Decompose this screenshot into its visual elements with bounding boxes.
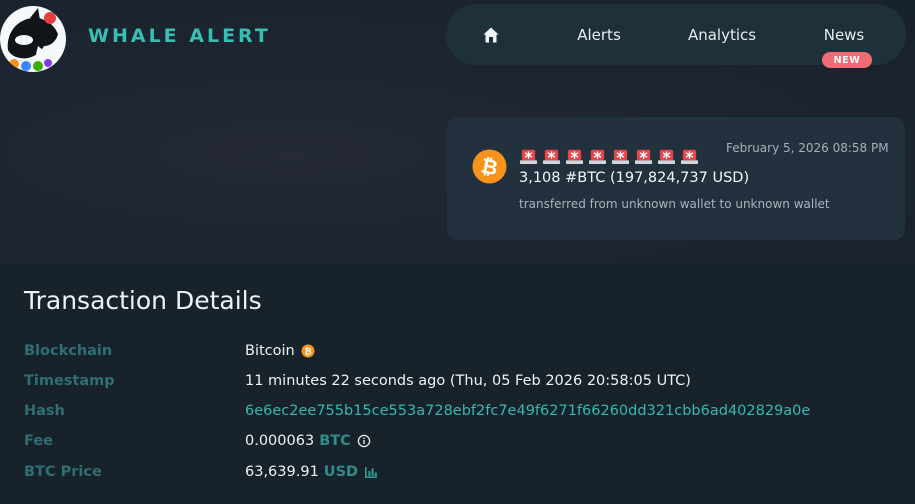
detail-label-blockchain: Blockchain (24, 343, 113, 359)
siren-icon (519, 149, 538, 165)
blockchain-value: Bitcoin (245, 343, 295, 359)
nav-analytics[interactable]: Analytics (672, 4, 772, 65)
detail-label-timestamp: Timestamp (24, 373, 115, 389)
siren-row (519, 146, 699, 165)
home-icon (483, 27, 499, 42)
page-title: Transaction Details (24, 286, 262, 315)
fee-unit: BTC (319, 433, 351, 449)
bar-chart-icon[interactable] (364, 465, 378, 479)
detail-label-fee: Fee (24, 433, 53, 449)
bitcoin-icon: ₿ (472, 149, 507, 184)
siren-icon (657, 149, 676, 165)
detail-value-hash: 6e6ec2ee755b15ce553a728ebf2fc7e49f6271f6… (245, 403, 810, 419)
siren-icon (634, 149, 653, 165)
siren-icon (542, 149, 561, 165)
nav-home[interactable] (466, 4, 516, 65)
alert-description: transferred from unknown wallet to unkno… (519, 197, 830, 211)
btc-price-amount: 63,639.91 (245, 464, 319, 480)
news-new-badge: NEW (822, 52, 872, 68)
top-navigation: Alerts Analytics News NEW (446, 4, 906, 68)
siren-icon (611, 149, 630, 165)
info-icon[interactable] (357, 434, 371, 448)
alert-card[interactable]: ₿ February 5, 2026 08:58 PM 3,108 #BTC (… (447, 117, 905, 240)
svg-text:₿: ₿ (304, 347, 311, 358)
bitcoin-small-icon: ₿ (301, 344, 315, 358)
siren-icon (565, 149, 584, 165)
detail-value-blockchain: Bitcoin ₿ (245, 343, 315, 359)
siren-icon (588, 149, 607, 165)
alert-date: February 5, 2026 08:58 PM (726, 141, 889, 155)
detail-label-hash: Hash (24, 403, 65, 419)
detail-value-fee: 0.000063 BTC (245, 433, 371, 449)
detail-value-btc-price: 63,639.91 USD (245, 464, 378, 480)
orca-whale-logo[interactable] (0, 6, 66, 72)
siren-icon (680, 149, 699, 165)
detail-label-btc-price: BTC Price (24, 464, 102, 480)
hash-link[interactable]: 6e6ec2ee755b15ce553a728ebf2fc7e49f6271f6… (245, 403, 810, 419)
nav-alerts[interactable]: Alerts (556, 4, 642, 65)
detail-value-timestamp: 11 minutes 22 seconds ago (Thu, 05 Feb 2… (245, 373, 691, 389)
btc-price-unit: USD (323, 464, 359, 480)
brand-name[interactable]: WHALE ALERT (88, 25, 271, 47)
alert-amount: 3,108 #BTC (197,824,737 USD) (519, 170, 750, 186)
fee-amount: 0.000063 (245, 433, 315, 449)
